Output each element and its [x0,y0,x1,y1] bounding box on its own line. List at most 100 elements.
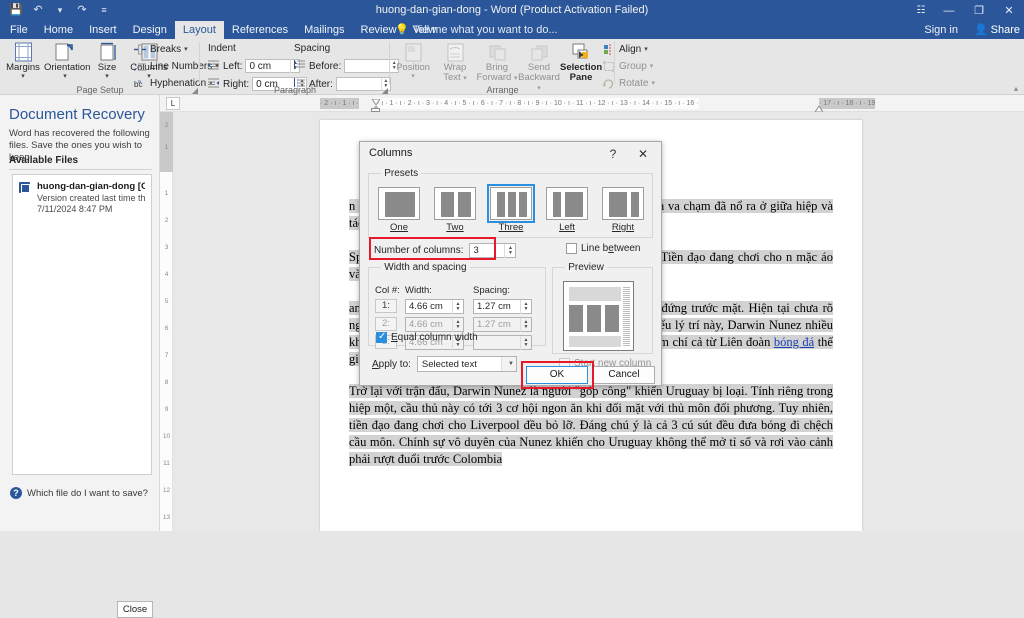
orientation-button[interactable]: Orientation ▾ [44,41,91,80]
preset-right[interactable]: Right [601,187,645,233]
tab-file[interactable]: File [2,21,36,39]
dialog-help-button[interactable]: ? [602,146,624,163]
align-button[interactable]: Align ▾ [602,42,648,56]
orientation-caret-icon[interactable]: ▾ [44,73,86,80]
rotate-label: Rotate [619,77,649,89]
preset-three[interactable]: Three [487,184,535,233]
line-between-checkbox-box[interactable] [566,243,577,254]
col-1-spacing-stepper[interactable]: ▲▼ [473,299,532,314]
restore-button[interactable]: ❐ [964,0,994,21]
recovery-help-link[interactable]: ? Which file do I want to save? [10,487,148,499]
position-button[interactable]: Position ▾ [392,41,434,80]
page-setup-dialog-launcher[interactable]: ◢ [192,86,198,95]
vertical-ruler-tick: 3 [164,244,169,251]
selection-pane-button[interactable]: Selection Pane [560,41,602,83]
close-button[interactable]: ✕ [994,0,1024,21]
col-3-spacing-stepper: ▲ ▼ [473,335,532,350]
size-button[interactable]: Size ▾ [86,41,128,80]
apply-to-dropdown[interactable]: Selected text ▼ [416,356,517,372]
paragraph[interactable]: Trở lại với trận đấu, Darwin Nunez là ng… [320,383,862,468]
list-item[interactable]: huong-dan-gian-dong [O... Version create… [17,179,147,218]
col-1-spacing-input[interactable] [474,300,520,313]
equal-column-width-checkbox[interactable]: Equal column width [376,331,478,343]
tab-stop-selector[interactable]: L [166,97,180,110]
word-document-icon [19,182,30,193]
preset-one[interactable]: One [377,187,421,233]
dialog-title-bar[interactable]: Columns ? ✕ [360,142,661,166]
preset-left[interactable]: Left [545,187,589,233]
rotate-caret-icon[interactable]: ▾ [651,79,655,87]
equal-column-width-checkbox-box[interactable] [376,331,387,343]
group-button[interactable]: Group ▾ [602,59,653,73]
equal-column-width-label: Equal column width [391,332,478,343]
tell-me-search[interactable]: 💡 Tell me what you want to do... [395,21,558,39]
breaks-button[interactable]: Breaks ▾ [133,42,188,56]
col-1-width-spin-icon[interactable]: ▲ ▼ [452,299,463,314]
ribbon: Margins ▾ Orientation ▾ Size ▾ Columns ▾… [0,39,1024,95]
preview-right-lines [623,287,630,347]
ribbon-display-options-icon[interactable]: ☷ [908,0,934,21]
tab-design[interactable]: Design [125,21,175,39]
size-caret-icon[interactable]: ▾ [86,73,128,80]
width-header: Width: [405,285,432,296]
preset-two[interactable]: Two [433,187,477,233]
selection-pane-label-bottom: Pane [569,72,593,83]
orientation-label: Orientation [44,62,91,73]
col-1-spacing-spin-icon[interactable]: ▲ ▼ [520,299,531,314]
ribbon-tabs: File Home Insert Design Layout Reference… [2,21,444,39]
position-caret-icon[interactable]: ▾ [392,73,434,80]
indent-left-stepper[interactable]: ▲▼ [245,59,301,73]
right-indent-marker[interactable] [814,103,824,113]
recovered-file-name: huong-dan-gian-dong [O... [37,181,145,192]
vertical-ruler-tick: 7 [164,352,169,359]
tab-home[interactable]: Home [36,21,81,39]
tab-layout[interactable]: Layout [174,21,224,39]
line-between-checkbox[interactable]: Line between [566,243,641,254]
hyperlink-bong-da[interactable]: bóng đá [773,335,815,349]
vertical-ruler[interactable]: 2 1 1 2 3 4 5 6 7 8 9 10 11 12 13 [160,112,173,531]
breaks-caret-icon[interactable]: ▾ [184,45,188,53]
paragraph-dialog-launcher[interactable]: ◢ [382,86,388,95]
col-2-spacing-input [474,318,520,331]
collapse-ribbon-icon[interactable]: ▴ [1014,84,1018,93]
tab-insert[interactable]: Insert [81,21,125,39]
tab-references[interactable]: References [224,21,296,39]
align-caret-icon[interactable]: ▾ [644,45,648,53]
col-2-width-input [406,318,452,331]
vertical-ruler-tick: 4 [164,271,169,278]
help-question-icon: ? [10,487,22,499]
margins-caret-icon[interactable]: ▾ [2,73,44,80]
preview-top-band [569,287,621,301]
bring-forward-label-bottom: Forward ▾ [476,72,518,83]
col-number-header: Col #: [375,285,400,296]
group-caret-icon[interactable]: ▾ [650,62,654,70]
chevron-down-icon[interactable]: ▼ [500,357,516,371]
margins-button[interactable]: Margins ▾ [2,41,44,80]
cancel-button[interactable]: Cancel [593,366,655,384]
recovery-close-button[interactable]: Close [117,601,153,618]
vertical-ruler-tick: 6 [164,325,169,332]
lightbulb-icon: 💡 [395,24,409,36]
wrap-text-caret-icon[interactable]: ▾ [463,75,467,82]
vertical-ruler-tick: 5 [164,298,169,305]
tab-mailings[interactable]: Mailings [296,21,352,39]
indent-left-input[interactable] [246,60,291,72]
word-application-window: 💾 ↶ ▾ ↷ ≡ huong-dan-gian-dong - Word (Pr… [0,0,1024,618]
ribbon-group-page-setup: Margins ▾ Orientation ▾ Size ▾ Columns ▾… [0,39,219,95]
bring-forward-button[interactable]: Bring Forward ▾ [476,41,518,83]
spacing-before-row: Before: ▲ ▼ [294,59,400,73]
share-button[interactable]: 👤 Share [974,21,1020,39]
recovered-files-list[interactable]: huong-dan-gian-dong [O... Version create… [12,174,152,475]
spacing-before-input[interactable] [345,60,390,72]
bring-forward-caret-icon[interactable]: ▾ [514,75,518,82]
orientation-icon [44,41,86,63]
first-line-indent-marker[interactable] [371,96,381,106]
dialog-close-button[interactable]: ✕ [631,146,655,163]
columns-dialog[interactable]: Columns ? ✕ Presets One Two Three Left R… [359,141,662,389]
sign-in-button[interactable]: Sign in [924,21,958,39]
col-1-width-stepper[interactable]: ▲▼ [405,299,464,314]
wrap-text-button[interactable]: Wrap Text ▾ [434,41,476,83]
minimize-button[interactable]: — [934,0,964,21]
col-1-width-input[interactable] [406,300,452,313]
number-of-columns-spin-icon[interactable]: ▲ ▼ [504,243,515,258]
